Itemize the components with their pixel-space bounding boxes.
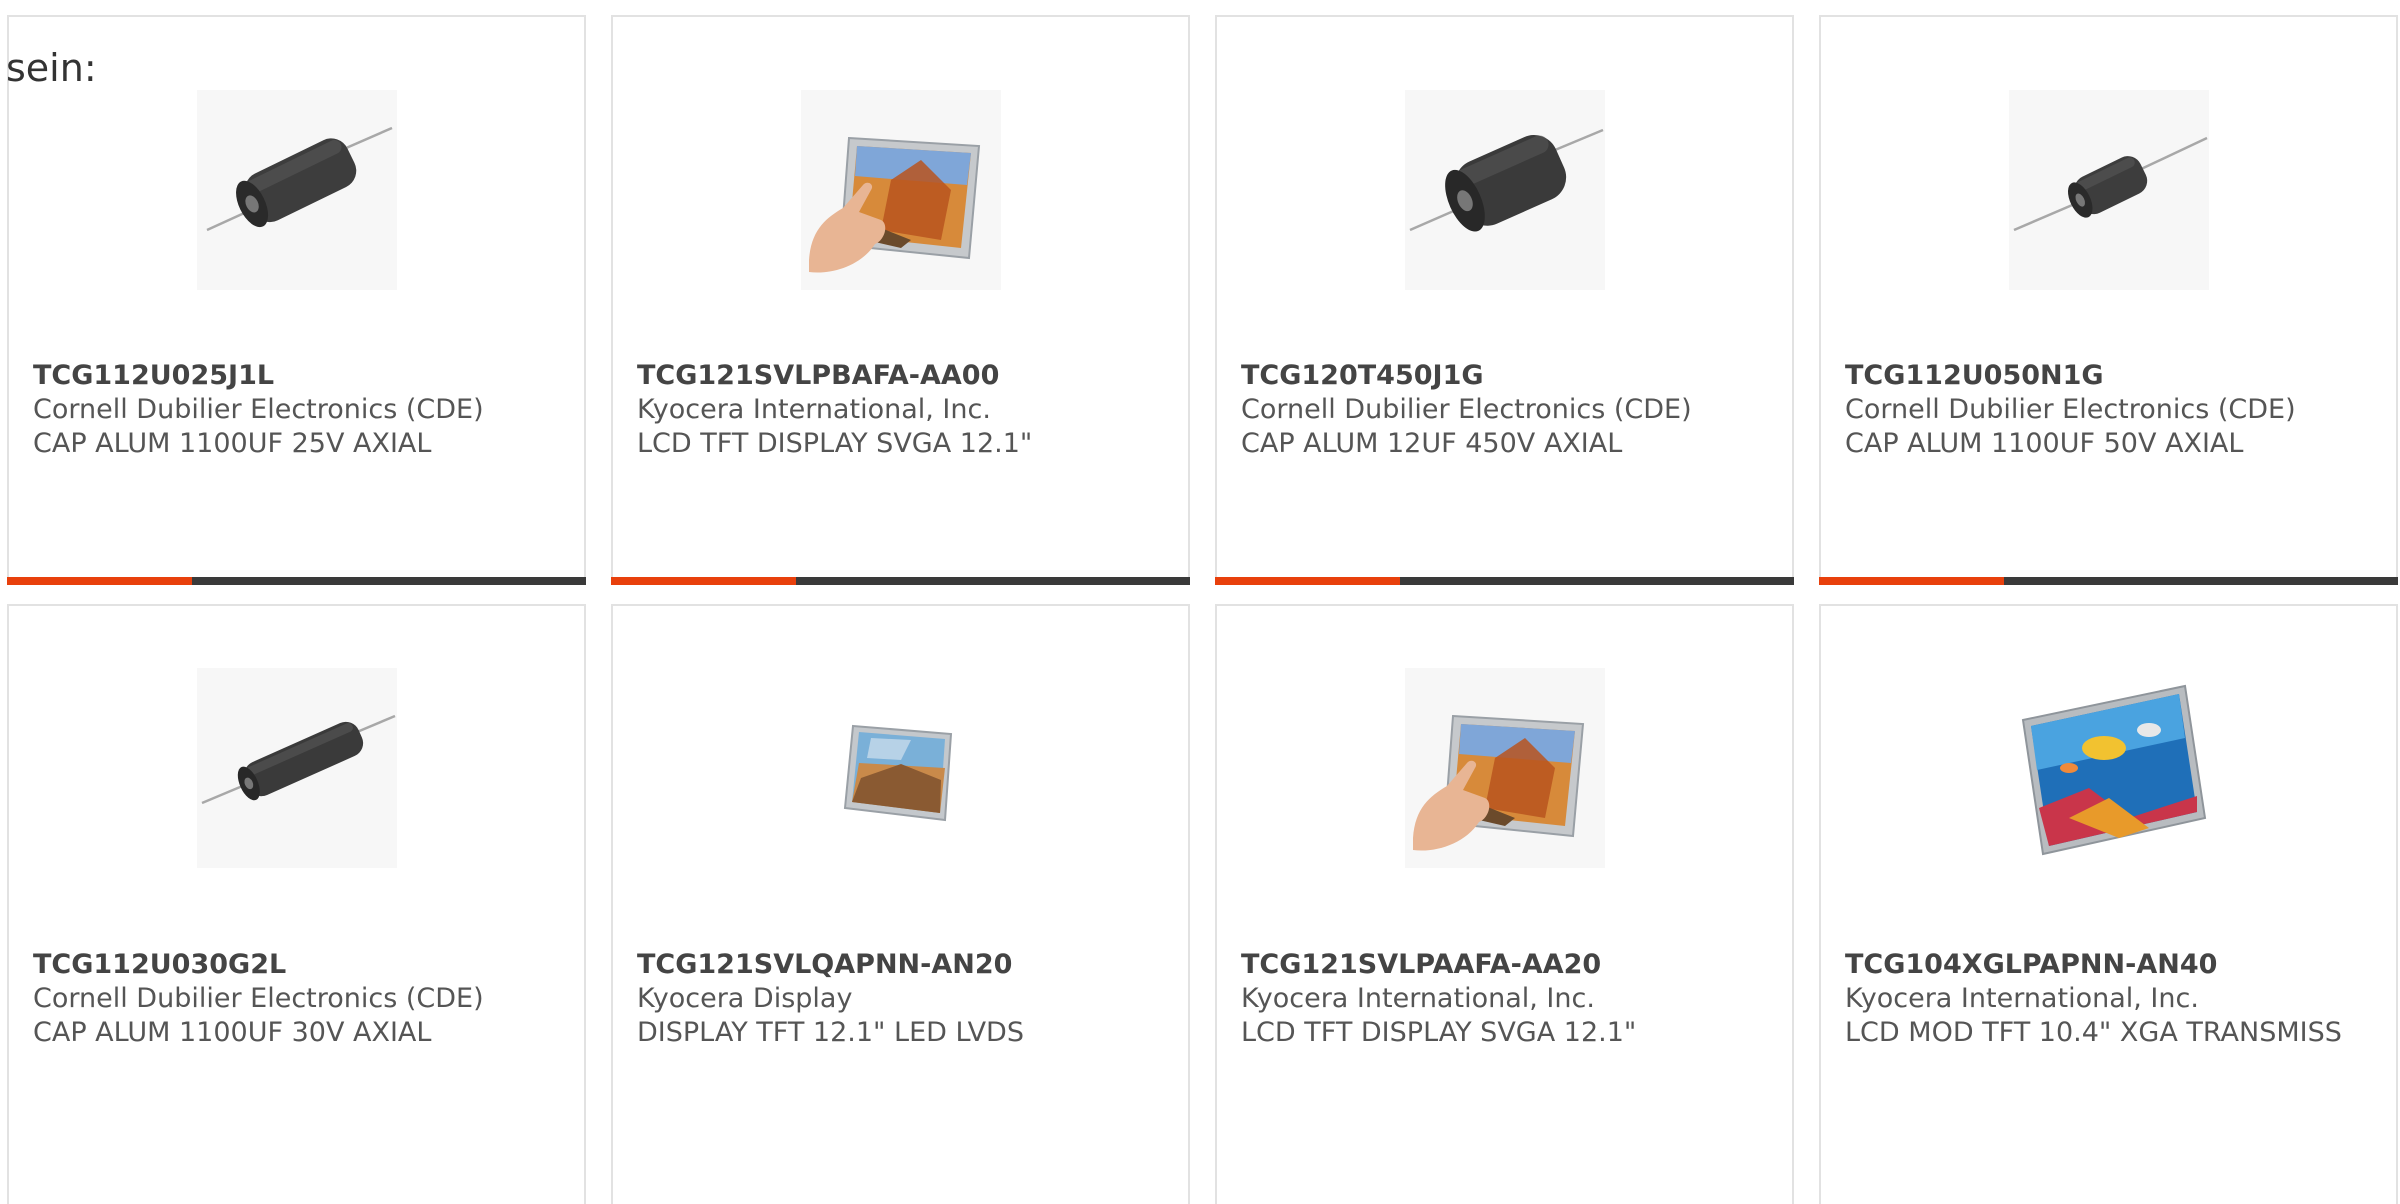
product-description: LCD TFT DISPLAY SVGA 12.1" [637, 428, 1033, 459]
product-card[interactable]: TCG121SVLPBAFA-AA00 Kyocera Internationa… [611, 15, 1190, 585]
part-number-link[interactable]: TCG112U050N1G [1845, 359, 2376, 393]
axial-capacitor-icon [2008, 90, 2209, 290]
accent-bar-fill [7, 577, 193, 585]
product-card[interactable]: TCG120T450J1G Cornell Dubilier Electroni… [1215, 15, 1794, 585]
product-description: LCD MOD TFT 10.4" XGA TRANSMISS [1845, 1017, 2342, 1048]
accent-bar [1215, 577, 1794, 585]
part-number-link[interactable]: TCG112U030G2L [33, 948, 564, 982]
manufacturer: Kyocera Display [637, 983, 853, 1014]
part-number-link[interactable]: TCG121SVLQAPNN-AN20 [637, 948, 1168, 982]
product-description: CAP ALUM 12UF 450V AXIAL [1241, 428, 1623, 459]
axial-capacitor-icon [196, 668, 397, 868]
product-info: TCG112U030G2L Cornell Dubilier Electroni… [33, 948, 564, 1050]
product-card[interactable]: TCG112U025J1L Cornell Dubilier Electroni… [7, 15, 586, 585]
manufacturer: Kyocera International, Inc. [637, 394, 991, 425]
manufacturer: Cornell Dubilier Electronics (CDE) [33, 394, 484, 425]
product-info: TCG104XGLPAPNN-AN40 Kyocera Internationa… [1845, 948, 2376, 1050]
product-card[interactable]: TCG121SVLQAPNN-AN20 Kyocera Display DISP… [611, 604, 1190, 1204]
lcd-panel-icon [2008, 668, 2209, 868]
part-number-link[interactable]: TCG104XGLPAPNN-AN40 [1845, 948, 2376, 982]
product-info: TCG121SVLPBAFA-AA00 Kyocera Internationa… [637, 359, 1168, 461]
product-info: TCG121SVLQAPNN-AN20 Kyocera Display DISP… [637, 948, 1168, 1050]
product-info: TCG121SVLPAAFA-AA20 Kyocera Internationa… [1241, 948, 1772, 1050]
manufacturer: Cornell Dubilier Electronics (CDE) [33, 983, 484, 1014]
product-description: CAP ALUM 1100UF 30V AXIAL [33, 1017, 432, 1048]
accent-bar [611, 577, 1190, 585]
axial-capacitor-icon [1404, 90, 1605, 290]
manufacturer: Cornell Dubilier Electronics (CDE) [1241, 394, 1692, 425]
product-info: TCG120T450J1G Cornell Dubilier Electroni… [1241, 359, 1772, 461]
product-info: TCG112U025J1L Cornell Dubilier Electroni… [33, 359, 564, 461]
accent-bar [1819, 577, 2398, 585]
product-description: CAP ALUM 1100UF 25V AXIAL [33, 428, 432, 459]
accent-bar-fill [1215, 577, 1401, 585]
part-number-link[interactable]: TCG121SVLPAAFA-AA20 [1241, 948, 1772, 982]
lead-text: sein: [6, 46, 97, 90]
part-number-link[interactable]: TCG112U025J1L [33, 359, 564, 393]
product-description: CAP ALUM 1100UF 50V AXIAL [1845, 428, 2244, 459]
product-card[interactable]: TCG112U050N1G Cornell Dubilier Electroni… [1819, 15, 2398, 585]
touch-display-icon [1404, 668, 1605, 868]
accent-bar [7, 577, 586, 585]
accent-bar-fill [1819, 577, 2005, 585]
manufacturer: Kyocera International, Inc. [1241, 983, 1595, 1014]
axial-capacitor-icon [196, 90, 397, 290]
part-number-link[interactable]: TCG121SVLPBAFA-AA00 [637, 359, 1168, 393]
part-number-link[interactable]: TCG120T450J1G [1241, 359, 1772, 393]
manufacturer: Kyocera International, Inc. [1845, 983, 2199, 1014]
product-info: TCG112U050N1G Cornell Dubilier Electroni… [1845, 359, 2376, 461]
product-description: LCD TFT DISPLAY SVGA 12.1" [1241, 1017, 1637, 1048]
touch-display-icon [800, 90, 1001, 290]
manufacturer: Cornell Dubilier Electronics (CDE) [1845, 394, 2296, 425]
product-card[interactable]: TCG112U030G2L Cornell Dubilier Electroni… [7, 604, 586, 1204]
product-card[interactable]: TCG104XGLPAPNN-AN40 Kyocera Internationa… [1819, 604, 2398, 1204]
product-card[interactable]: TCG121SVLPAAFA-AA20 Kyocera Internationa… [1215, 604, 1794, 1204]
accent-bar-fill [611, 577, 797, 585]
product-description: DISPLAY TFT 12.1" LED LVDS [637, 1017, 1024, 1048]
lcd-panel-icon [800, 668, 1001, 868]
product-grid: TCG112U025J1L Cornell Dubilier Electroni… [0, 0, 2400, 1204]
